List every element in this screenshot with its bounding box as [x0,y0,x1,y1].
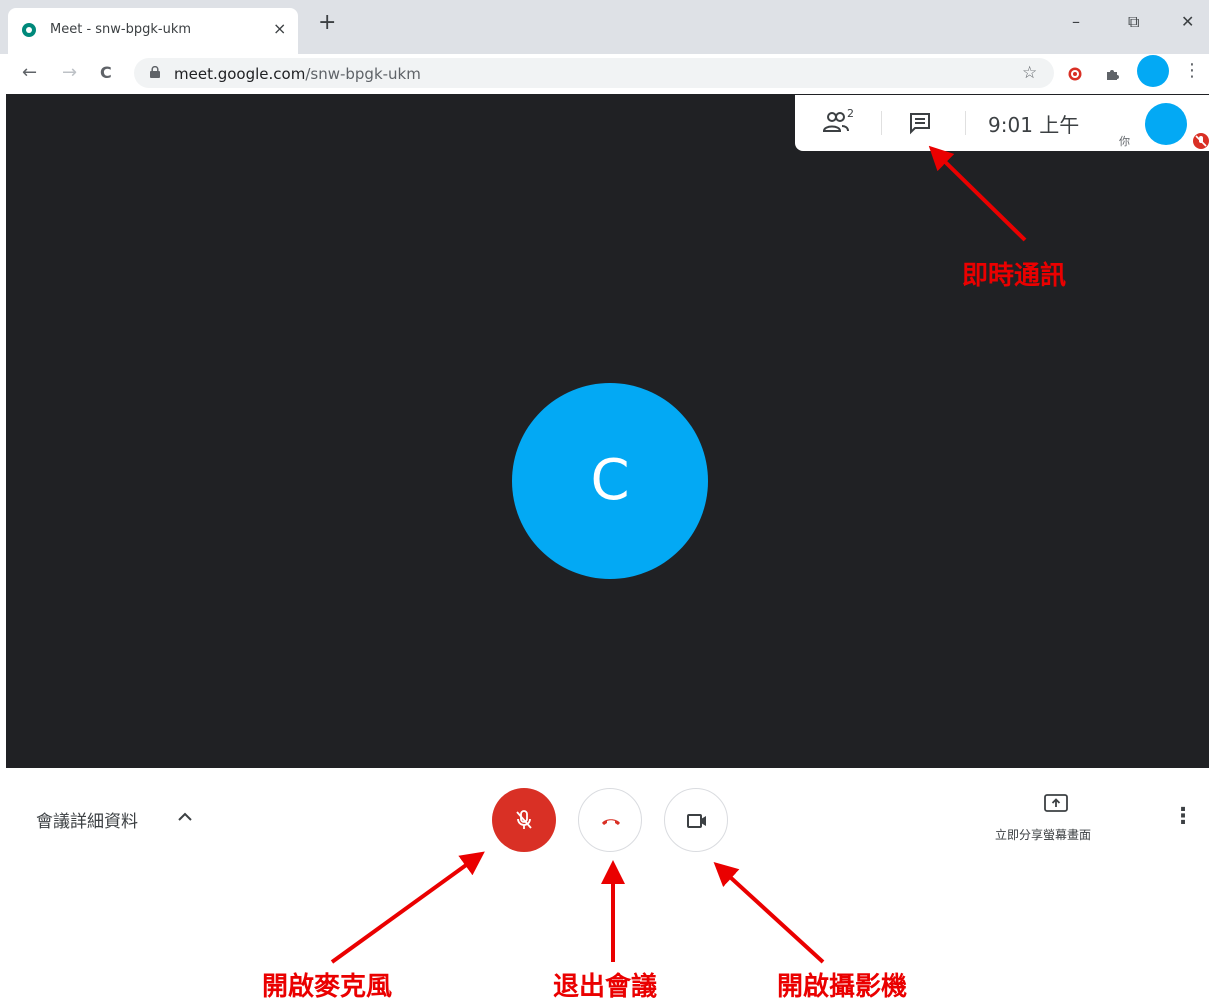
muted-badge-icon [1193,133,1209,149]
camera-button[interactable] [664,788,728,852]
url-path: /snw-bpgk-ukm [305,65,421,83]
self-view-avatar[interactable] [1145,103,1187,145]
mic-off-icon [516,810,532,829]
reload-button[interactable]: C [100,63,112,82]
back-button[interactable]: ← [22,62,37,83]
camera-arrow [713,861,825,964]
leave-call-button[interactable] [578,788,642,852]
restore-button[interactable]: ⧉ [1128,12,1139,32]
present-screen-icon[interactable] [1043,793,1069,815]
meet-favicon-icon [22,23,36,37]
divider [965,111,966,135]
address-bar[interactable]: meet.google.com/snw-bpgk-ukm ☆ [134,58,1054,88]
microphone-button[interactable] [492,788,556,852]
present-now-button[interactable]: 立即分享螢幕畫面 [995,826,1091,843]
meeting-details-button[interactable]: 會議詳細資料 [36,807,138,832]
puzzle-extensions-icon[interactable] [1106,67,1120,81]
annotation-leave-label: 退出會議 [553,972,658,1002]
more-options-icon[interactable]: ⋮ [1172,806,1194,828]
participant-avatar: C [512,383,708,579]
browser-tab-strip: Meet - snw-bpgk-ukm × + – ⧉ ✕ [0,0,1209,54]
browser-tab[interactable]: Meet - snw-bpgk-ukm × [8,8,298,54]
new-tab-button[interactable]: + [318,12,336,34]
url-text[interactable]: meet.google.com/snw-bpgk-ukm [174,65,421,83]
target-extension-icon[interactable] [1068,67,1082,81]
meeting-clock: 9:01 上午 [988,113,1080,137]
annotation-chat-label: 即時通訊 [962,261,1067,291]
mic-arrow [330,851,485,964]
lock-icon [150,66,160,78]
video-camera-icon [687,814,706,828]
close-window-button[interactable]: ✕ [1181,12,1194,31]
meeting-info-panel: 2 9:01 上午 你 [795,95,1209,151]
url-host: meet.google.com [174,65,306,83]
self-label: 你 [1119,135,1130,148]
bookmark-star-icon[interactable]: ☆ [1022,63,1037,83]
chat-icon[interactable] [907,110,933,136]
browser-profile-avatar[interactable] [1137,55,1169,87]
browser-menu-icon[interactable]: ⋮ [1183,60,1201,81]
tab-close-icon[interactable]: × [273,19,286,38]
hang-up-icon [602,819,620,825]
tab-title: Meet - snw-bpgk-ukm [50,22,192,37]
annotation-camera-label: 開啟攝影機 [777,972,908,1002]
participant-count: 2 [847,107,854,120]
divider [881,111,882,135]
chevron-up-icon[interactable] [176,809,194,823]
annotation-mic-label: 開啟麥克風 [262,972,393,1002]
minimize-button[interactable]: – [1072,12,1080,31]
forward-button[interactable]: → [62,62,77,83]
browser-toolbar: ← → C meet.google.com/snw-bpgk-ukm ☆ ⋮ [0,54,1209,94]
